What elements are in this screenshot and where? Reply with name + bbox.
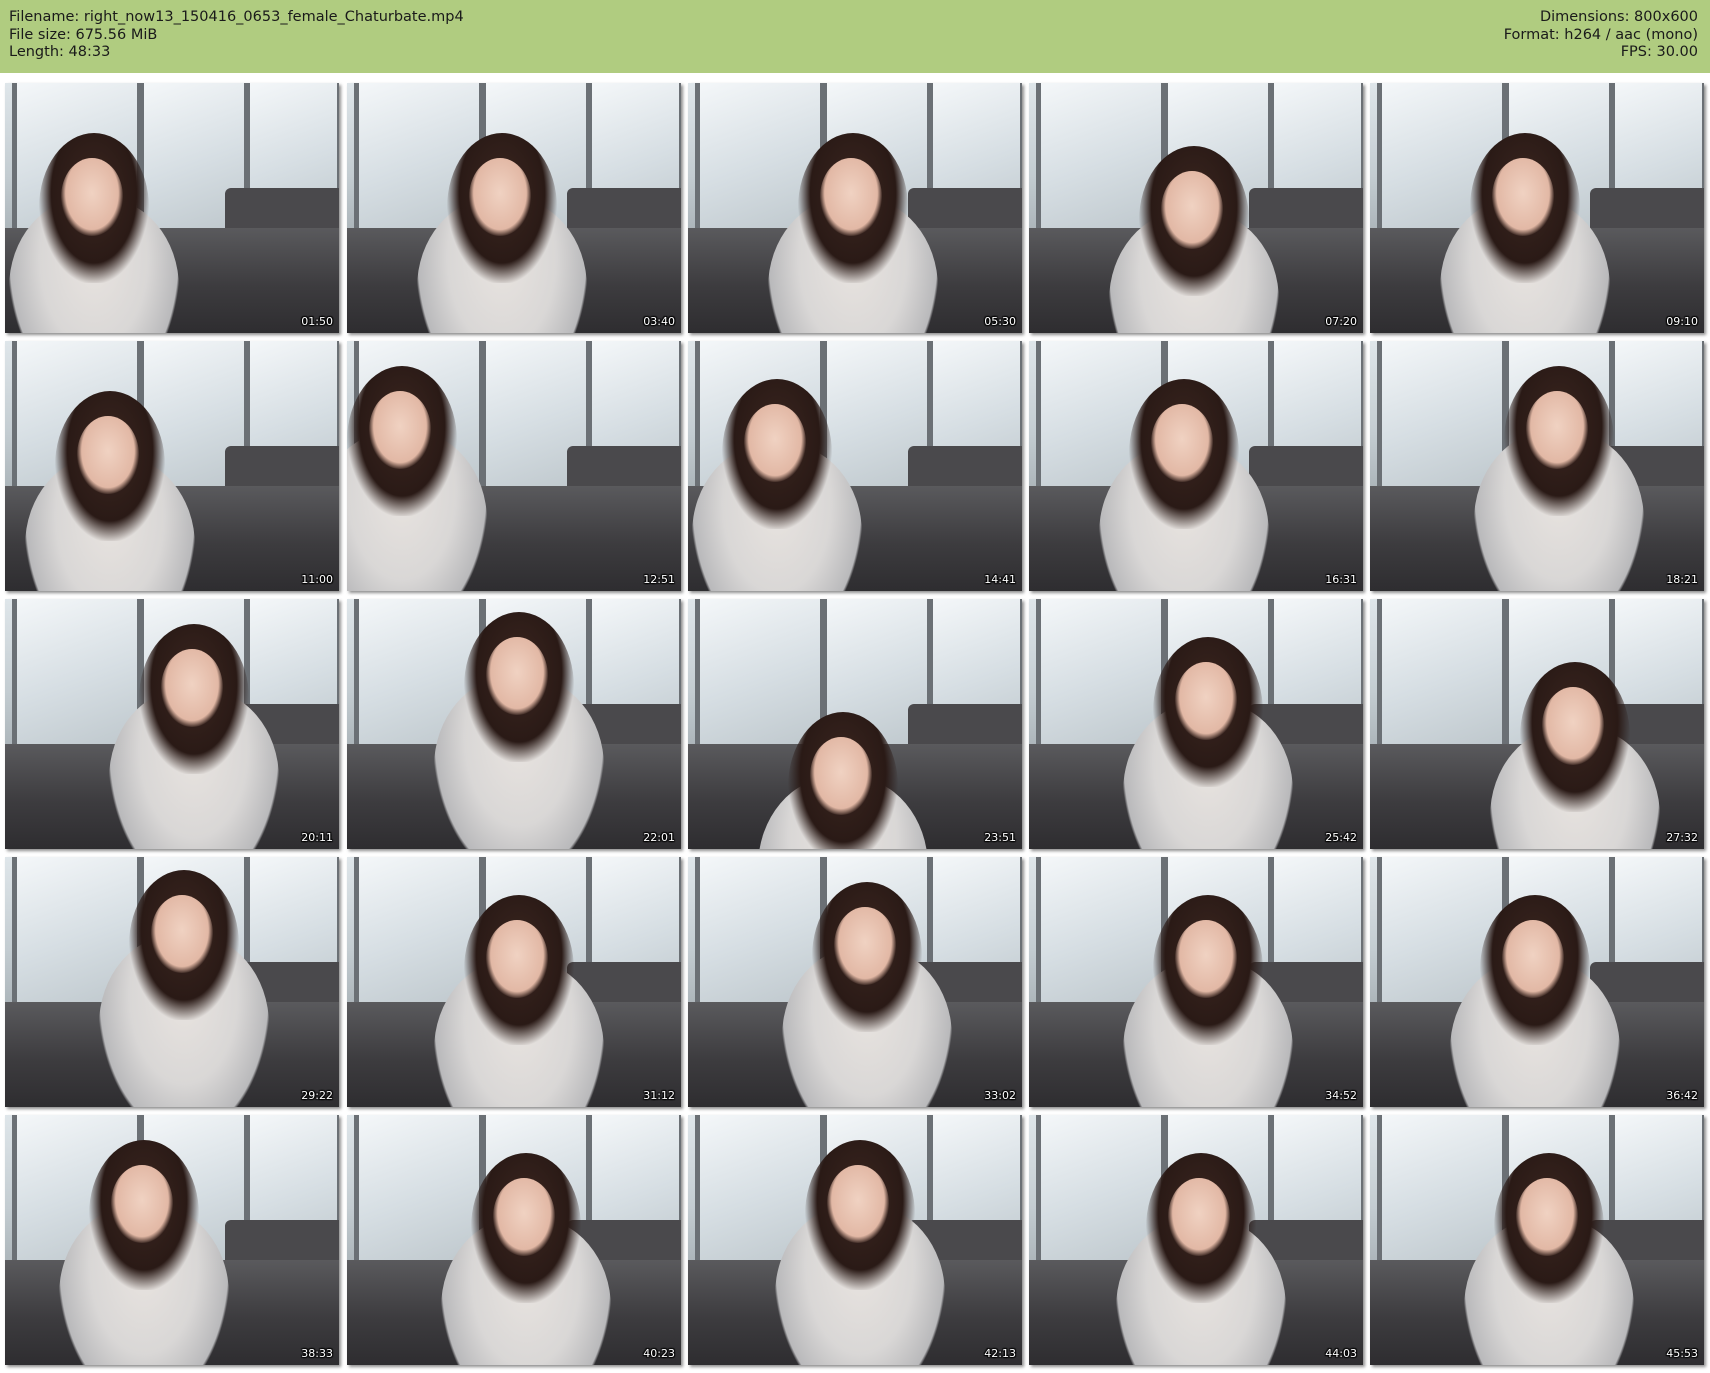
video-thumbnail: 07:20	[1029, 83, 1363, 333]
thumbnail-image	[5, 857, 339, 1107]
video-thumbnail: 31:12	[347, 857, 681, 1107]
file-info-left: Filename: right_now13_150416_0653_female…	[9, 9, 464, 62]
video-thumbnail: 22:01	[347, 599, 681, 849]
timestamp-label: 33:02	[984, 1089, 1016, 1102]
thumbnail-image	[688, 599, 1022, 849]
timestamp-label: 20:11	[301, 831, 333, 844]
video-thumbnail: 12:51	[347, 341, 681, 591]
thumbnail-image	[347, 83, 681, 333]
video-thumbnail: 05:30	[688, 83, 1022, 333]
timestamp-label: 12:51	[643, 573, 675, 586]
format-text: Format: h264 / aac (mono)	[1503, 26, 1698, 43]
video-thumbnail: 11:00	[5, 341, 339, 591]
file-info-right: Dimensions: 800x600 Format: h264 / aac (…	[1504, 9, 1698, 62]
timestamp-label: 16:31	[1325, 573, 1357, 586]
video-thumbnail: 14:41	[688, 341, 1022, 591]
filesize-text: File size: 675.56 MiB	[9, 26, 158, 43]
video-thumbnail: 16:31	[1029, 341, 1363, 591]
thumbnail-image	[1370, 857, 1704, 1107]
thumbnail-image	[1029, 83, 1363, 333]
thumbnail-image	[1370, 1115, 1704, 1365]
video-thumbnail: 18:21	[1370, 341, 1704, 591]
video-thumbnail: 44:03	[1029, 1115, 1363, 1365]
fps-text: FPS: 30.00	[1620, 44, 1698, 60]
timestamp-label: 34:52	[1325, 1089, 1357, 1102]
timestamp-label: 23:51	[984, 831, 1016, 844]
timestamp-label: 27:32	[1666, 831, 1698, 844]
dimensions-text: Dimensions: 800x600	[1539, 9, 1698, 25]
timestamp-label: 03:40	[643, 315, 675, 328]
thumbnail-image	[1029, 599, 1363, 849]
video-thumbnail: 09:10	[1370, 83, 1704, 333]
video-thumbnail: 40:23	[347, 1115, 681, 1365]
thumbnail-image	[1370, 341, 1704, 591]
timestamp-label: 44:03	[1325, 1347, 1357, 1360]
thumbnail-image	[688, 1115, 1022, 1365]
video-thumbnail: 38:33	[5, 1115, 339, 1365]
timestamp-label: 42:13	[984, 1347, 1016, 1360]
video-thumbnail: 20:11	[5, 599, 339, 849]
video-thumbnail: 23:51	[688, 599, 1022, 849]
video-thumbnail: 27:32	[1370, 599, 1704, 849]
video-thumbnail: 34:52	[1029, 857, 1363, 1107]
timestamp-label: 40:23	[643, 1347, 675, 1360]
video-thumbnail: 25:42	[1029, 599, 1363, 849]
timestamp-label: 29:22	[301, 1089, 333, 1102]
video-thumbnail: 33:02	[688, 857, 1022, 1107]
thumbnail-image	[5, 1115, 339, 1365]
video-thumbnail: 36:42	[1370, 857, 1704, 1107]
thumbnail-image	[1370, 83, 1704, 333]
video-thumbnail: 42:13	[688, 1115, 1022, 1365]
timestamp-label: 05:30	[984, 315, 1016, 328]
timestamp-label: 01:50	[301, 315, 333, 328]
timestamp-label: 18:21	[1666, 573, 1698, 586]
timestamp-label: 45:53	[1666, 1347, 1698, 1360]
info-header: Filename: right_now13_150416_0653_female…	[0, 0, 1710, 73]
thumbnail-grid: 01:50 03:40 05:30 07:20 09:10 11:00 12:51 14:41…	[0, 73, 1710, 1373]
timestamp-label: 36:42	[1666, 1089, 1698, 1102]
thumbnail-image	[1029, 341, 1363, 591]
video-thumbnail: 01:50	[5, 83, 339, 333]
timestamp-label: 07:20	[1325, 315, 1357, 328]
timestamp-label: 11:00	[301, 573, 333, 586]
thumbnail-image	[5, 341, 339, 591]
timestamp-label: 25:42	[1325, 831, 1357, 844]
thumbnail-image	[1029, 857, 1363, 1107]
thumbnail-image	[688, 83, 1022, 333]
timestamp-label: 22:01	[643, 831, 675, 844]
timestamp-label: 31:12	[643, 1089, 675, 1102]
video-thumbnail: 29:22	[5, 857, 339, 1107]
thumbnail-image	[5, 83, 339, 333]
timestamp-label: 38:33	[301, 1347, 333, 1360]
thumbnail-image	[347, 857, 681, 1107]
length-text: Length: 48:33	[9, 44, 111, 60]
thumbnail-image	[688, 341, 1022, 591]
video-thumbnail: 03:40	[347, 83, 681, 333]
thumbnail-image	[1370, 599, 1704, 849]
thumbnail-image	[347, 599, 681, 849]
thumbnail-image	[347, 341, 681, 591]
video-thumbnail: 45:53	[1370, 1115, 1704, 1365]
timestamp-label: 14:41	[984, 573, 1016, 586]
thumbnail-image	[688, 857, 1022, 1107]
thumbnail-image	[347, 1115, 681, 1365]
thumbnail-image	[5, 599, 339, 849]
thumbnail-image	[1029, 1115, 1363, 1365]
filename-text: Filename: right_now13_150416_0653_female…	[9, 9, 464, 25]
timestamp-label: 09:10	[1666, 315, 1698, 328]
